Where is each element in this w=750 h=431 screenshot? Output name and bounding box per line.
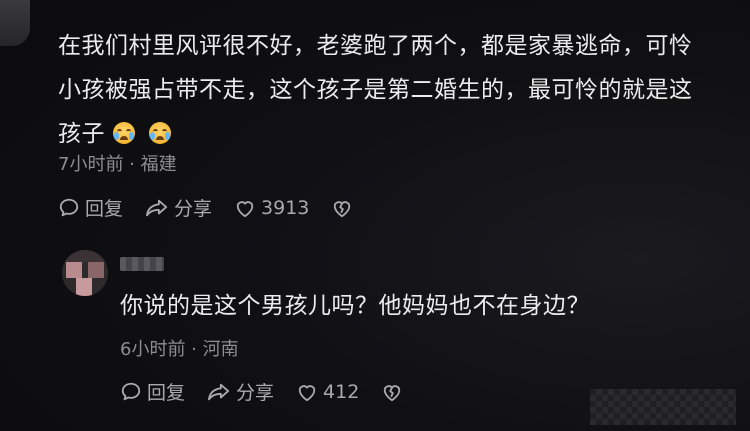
share-label: 分享: [236, 382, 275, 404]
reply-avatar[interactable]: [62, 250, 108, 296]
share-arrow-icon: [208, 383, 230, 400]
reply-label: 回复: [85, 198, 124, 220]
reply-label: 回复: [147, 382, 186, 404]
pixelated-watermark: [590, 389, 736, 425]
heart-icon: [236, 200, 254, 217]
reply-like-button[interactable]: 412: [296, 381, 359, 403]
reply-username-pixelated[interactable]: [120, 257, 164, 271]
avatar-block: [62, 250, 108, 262]
comment-actions: 回复 分享 3913: [58, 194, 380, 221]
reply-button[interactable]: 回复: [58, 194, 123, 221]
avatar-block: [88, 262, 104, 278]
heart-icon: [298, 384, 316, 401]
comment-body: 在我们村里风评很不好，老婆跑了两个，都是家暴逃命，可怜 小孩被强占带不走，这个孩…: [58, 24, 738, 156]
avatar-block: [76, 278, 92, 296]
like-count: 412: [323, 380, 360, 403]
crying-face-icon: [113, 122, 135, 144]
like-count: 3913: [261, 196, 310, 219]
comment-line-2: 小孩被强占带不走，这个孩子是第二婚生的，最可怜的就是这: [58, 77, 693, 103]
crying-face-icon: [149, 122, 171, 144]
reply-body: 你说的是这个男孩儿吗？他妈妈也不在身边？: [120, 293, 590, 319]
comment-line-1: 在我们村里风评很不好，老婆跑了两个，都是家暴逃命，可怜: [58, 33, 693, 59]
share-label: 分享: [174, 198, 213, 220]
reply-actions: 回复 分享 412: [120, 378, 430, 405]
reply-reply-button[interactable]: 回复: [120, 378, 185, 405]
broken-heart-icon: [334, 200, 351, 217]
comment-bubble-icon: [121, 382, 141, 400]
reply-share-button[interactable]: 分享: [207, 378, 274, 405]
share-button[interactable]: 分享: [145, 194, 212, 221]
share-arrow-icon: [146, 199, 168, 216]
dislike-button[interactable]: [331, 198, 358, 218]
comment-line-3-text: 孩子: [58, 121, 105, 147]
reply-dislike-button[interactable]: [381, 382, 408, 402]
top-comment-avatar[interactable]: [0, 0, 30, 46]
avatar-block: [66, 262, 82, 278]
comment-bubble-icon: [59, 198, 79, 216]
reply-meta: 6小时前 · 河南: [120, 339, 239, 360]
comment-meta: 7小时前 · 福建: [58, 154, 177, 175]
broken-heart-icon: [384, 384, 401, 401]
like-button[interactable]: 3913: [234, 197, 309, 219]
